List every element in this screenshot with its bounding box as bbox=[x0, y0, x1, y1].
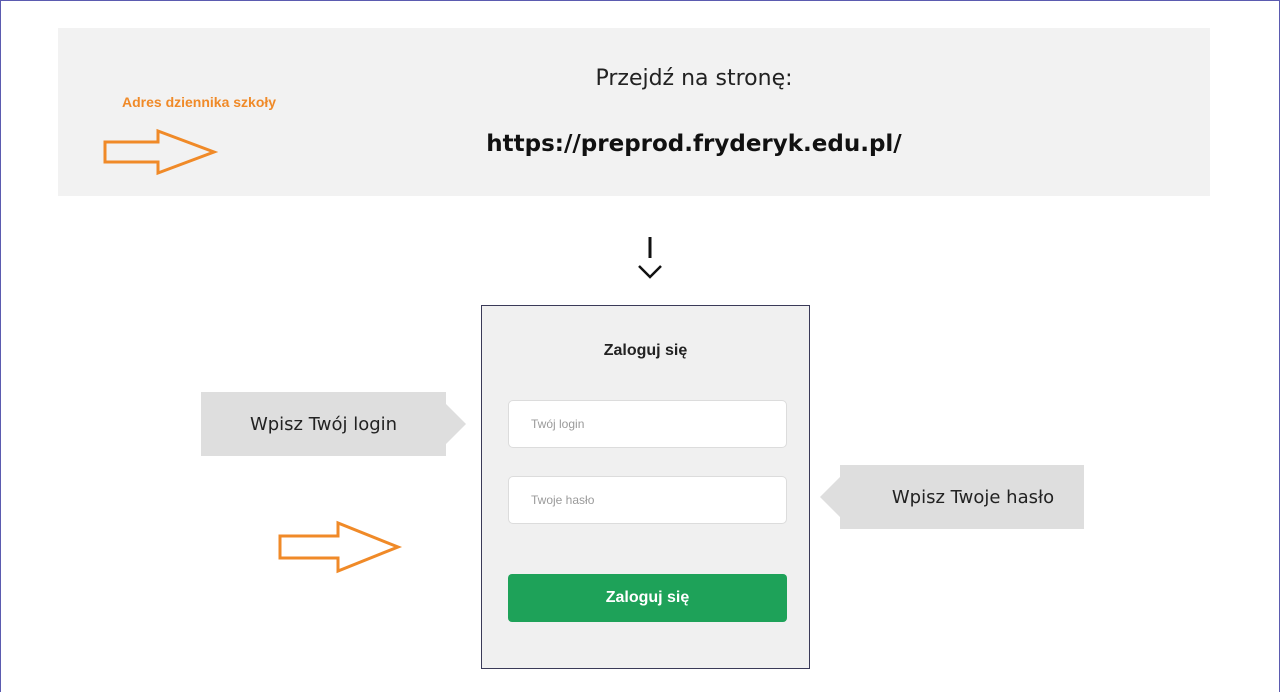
instruction-banner: Przejdź na stronę: https://preprod.fryde… bbox=[58, 28, 1210, 196]
login-panel: Zaloguj się Zaloguj się bbox=[481, 305, 810, 669]
right-arrow-outline-icon bbox=[103, 128, 219, 176]
login-input[interactable] bbox=[508, 400, 787, 448]
banner-heading: Przejdź na stronę: bbox=[595, 66, 793, 91]
password-input[interactable] bbox=[508, 476, 787, 524]
password-hint-text: Wpisz Twoje hasło bbox=[891, 486, 1055, 508]
school-url[interactable]: https://preprod.fryderyk.edu.pl/ bbox=[58, 131, 1210, 157]
login-title: Zaloguj się bbox=[603, 342, 688, 359]
login-hint-callout: Wpisz Twój login bbox=[201, 392, 466, 456]
down-arrow-icon bbox=[638, 237, 662, 279]
password-hint-callout: Wpisz Twoje hasło bbox=[820, 465, 1084, 529]
login-hint-text: Wpisz Twój login bbox=[249, 413, 398, 435]
school-address-label: Adres dziennika szkoły bbox=[122, 94, 277, 110]
right-arrow-outline-icon bbox=[278, 520, 403, 574]
login-button[interactable]: Zaloguj się bbox=[508, 574, 787, 622]
